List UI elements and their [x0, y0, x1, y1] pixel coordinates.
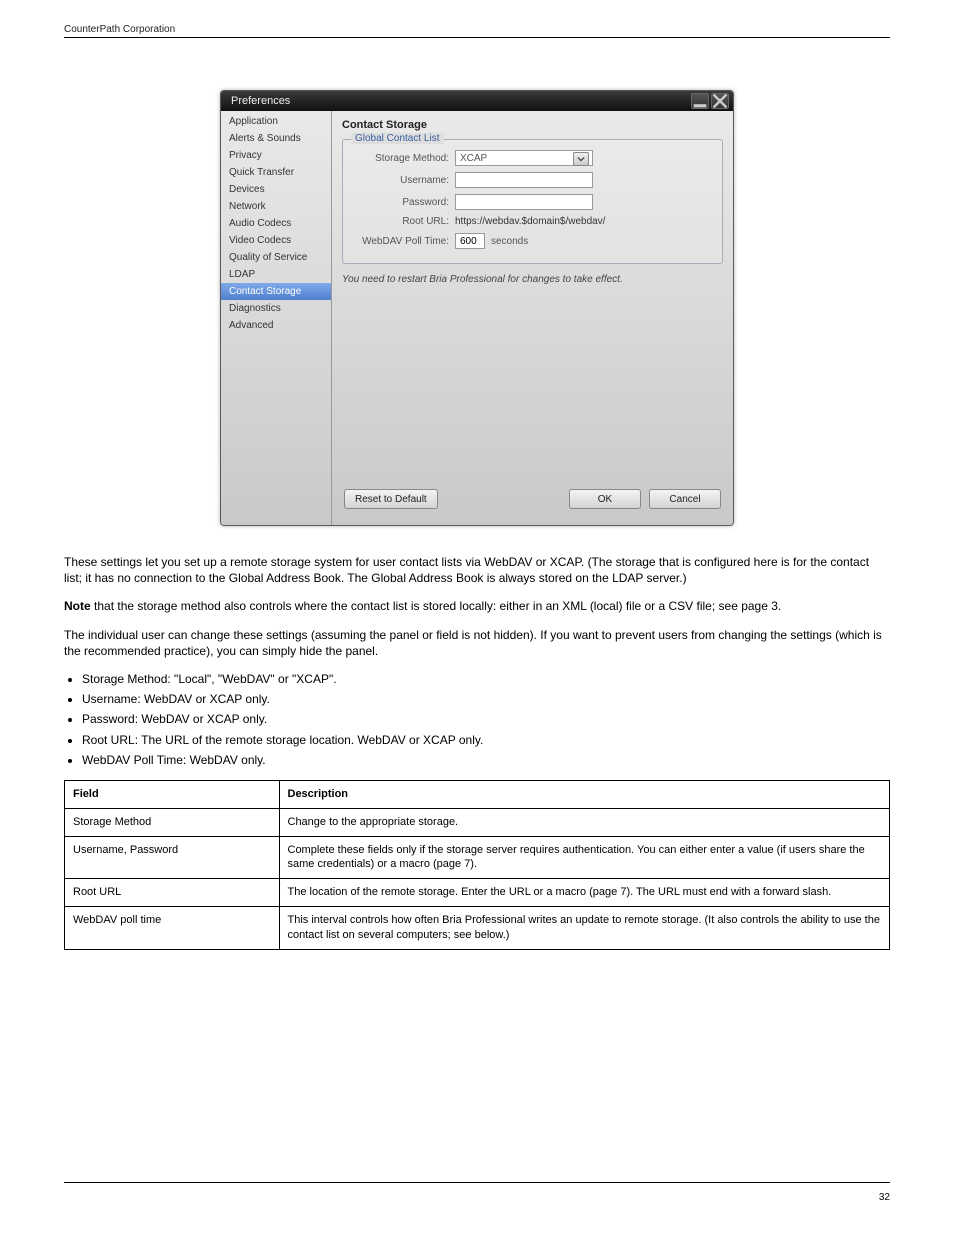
sidebar-item-alerts-sounds[interactable]: Alerts & Sounds	[221, 130, 331, 147]
reset-to-default-button[interactable]: Reset to Default	[344, 489, 438, 509]
ok-button[interactable]: OK	[569, 489, 641, 509]
password-label: Password:	[353, 197, 449, 208]
cell-desc: This interval controls how often Bria Pr…	[279, 907, 890, 950]
cell-field: WebDAV poll time	[65, 907, 280, 950]
close-icon[interactable]	[711, 93, 729, 109]
username-label: Username:	[353, 175, 449, 186]
table-header-field: Field	[65, 780, 280, 808]
body-intro2: The individual user can change these set…	[64, 627, 890, 659]
sidebar-item-video-codecs[interactable]: Video Codecs	[221, 232, 331, 249]
table-row: Root URL The location of the remote stor…	[65, 879, 890, 907]
root-url-value: https://webdav.$domain$/webdav/	[455, 216, 605, 227]
list-item: WebDAV Poll Time: WebDAV only.	[82, 752, 890, 768]
table-row: Username, Password Complete these fields…	[65, 836, 890, 879]
list-item: Username: WebDAV or XCAP only.	[82, 691, 890, 707]
sidebar-item-ldap[interactable]: LDAP	[221, 266, 331, 283]
sidebar-item-advanced[interactable]: Advanced	[221, 317, 331, 334]
root-url-label: Root URL:	[353, 216, 449, 227]
body-note-text: that the storage method also controls wh…	[91, 599, 782, 613]
fields-table: Field Description Storage Method Change …	[64, 780, 890, 950]
body-intro: These settings let you set up a remote s…	[64, 554, 890, 586]
cell-desc: The location of the remote storage. Ente…	[279, 879, 890, 907]
storage-method-select[interactable]: XCAP	[455, 150, 593, 166]
body-note-label: Note	[64, 599, 91, 613]
sidebar-item-quick-transfer[interactable]: Quick Transfer	[221, 164, 331, 181]
sidebar-item-network[interactable]: Network	[221, 198, 331, 215]
list-item: Root URL: The URL of the remote storage …	[82, 732, 890, 748]
groupbox-legend: Global Contact List	[351, 133, 444, 144]
sidebar-item-contact-storage[interactable]: Contact Storage	[221, 283, 331, 300]
restart-note: You need to restart Bria Professional fo…	[342, 274, 723, 285]
global-contact-list-group: Global Contact List Storage Method: XCAP…	[342, 139, 723, 264]
header-rule	[64, 37, 890, 38]
cell-field: Storage Method	[65, 808, 280, 836]
sidebar-item-devices[interactable]: Devices	[221, 181, 331, 198]
dialog-titlebar: Preferences	[221, 91, 733, 111]
sidebar-item-qos[interactable]: Quality of Service	[221, 249, 331, 266]
sidebar-item-privacy[interactable]: Privacy	[221, 147, 331, 164]
table-header-description: Description	[279, 780, 890, 808]
table-row: Storage Method Change to the appropriate…	[65, 808, 890, 836]
storage-method-value: XCAP	[460, 153, 487, 164]
sidebar-item-audio-codecs[interactable]: Audio Codecs	[221, 215, 331, 232]
footer-page-number: 32	[879, 1192, 890, 1203]
sidebar-item-application[interactable]: Application	[221, 113, 331, 130]
storage-method-label: Storage Method:	[353, 153, 449, 164]
content-title: Contact Storage	[342, 119, 723, 131]
table-row: WebDAV poll time This interval controls …	[65, 907, 890, 950]
preferences-dialog: Preferences Application Alerts & Sounds …	[220, 90, 734, 526]
cell-desc: Change to the appropriate storage.	[279, 808, 890, 836]
cancel-button[interactable]: Cancel	[649, 489, 721, 509]
cell-desc: Complete these fields only if the storag…	[279, 836, 890, 879]
username-input[interactable]	[455, 172, 593, 188]
poll-time-input[interactable]	[455, 233, 485, 249]
body-note: Note that the storage method also contro…	[64, 598, 890, 614]
chevron-down-icon[interactable]	[573, 152, 589, 166]
dialog-title: Preferences	[231, 95, 290, 107]
header-left: CounterPath Corporation	[64, 24, 175, 35]
minimize-icon[interactable]	[691, 93, 709, 109]
body-list: Storage Method: "Local", "WebDAV" or "XC…	[64, 671, 890, 768]
password-input[interactable]	[455, 194, 593, 210]
poll-time-unit: seconds	[491, 236, 528, 247]
list-item: Password: WebDAV or XCAP only.	[82, 711, 890, 727]
footer-rule	[64, 1182, 890, 1183]
cell-field: Username, Password	[65, 836, 280, 879]
poll-time-label: WebDAV Poll Time:	[353, 236, 449, 247]
cell-field: Root URL	[65, 879, 280, 907]
list-item: Storage Method: "Local", "WebDAV" or "XC…	[82, 671, 890, 687]
sidebar-item-diagnostics[interactable]: Diagnostics	[221, 300, 331, 317]
sidebar: Application Alerts & Sounds Privacy Quic…	[221, 111, 332, 525]
